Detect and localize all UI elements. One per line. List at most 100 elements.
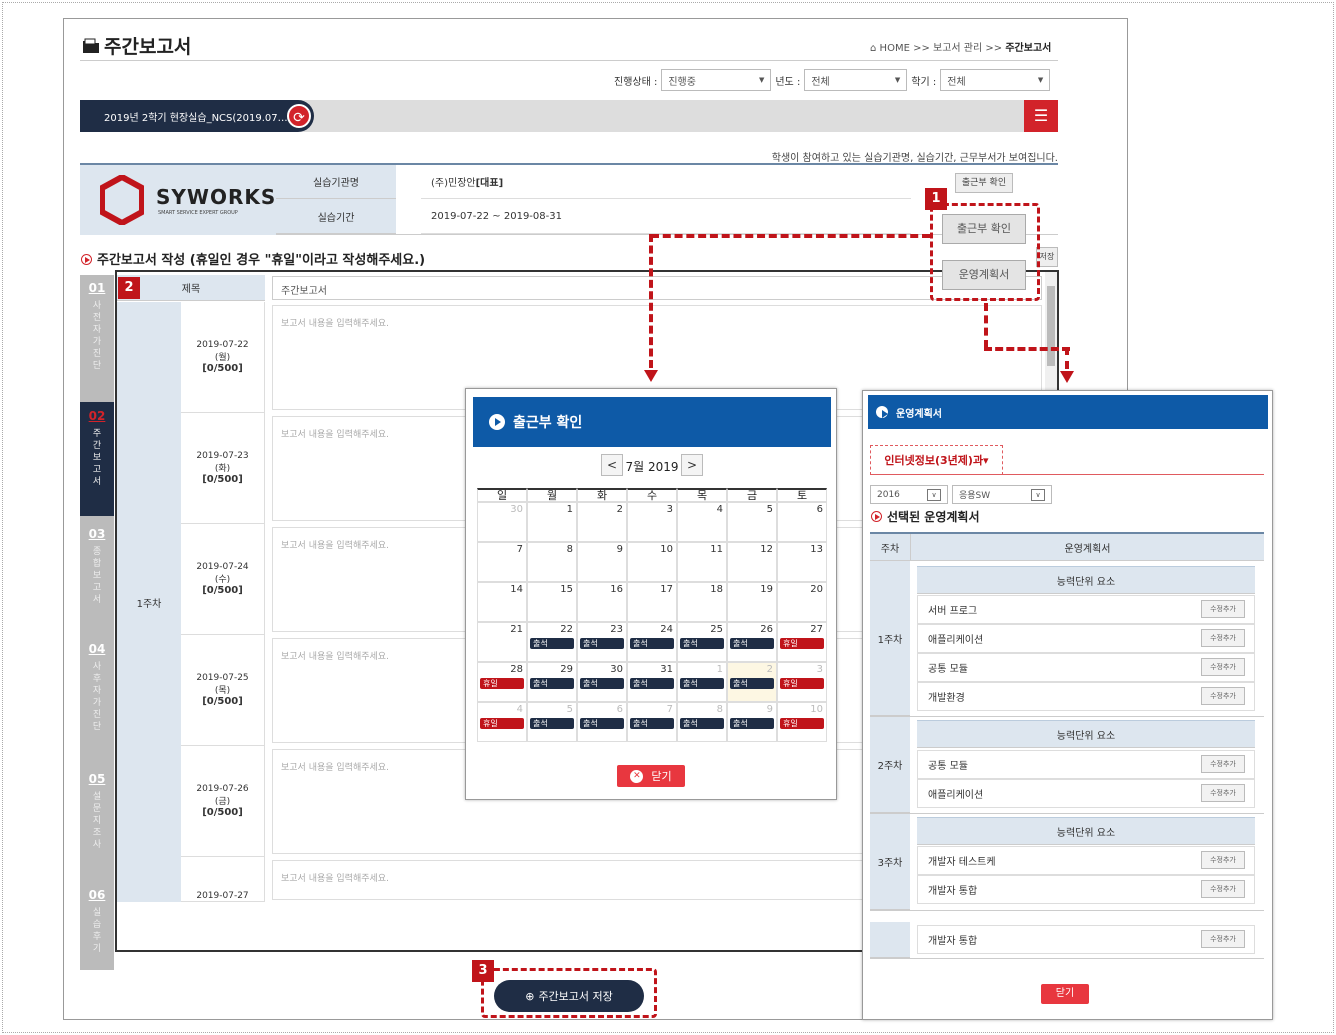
edit-button[interactable]: 수정추가	[1201, 851, 1245, 869]
save-report-button[interactable]: ⊕ 주간보고서 저장	[494, 980, 644, 1012]
period-label: 실습기간	[276, 199, 396, 234]
calendar-day[interactable]: 9 출석	[727, 702, 777, 742]
calendar-day[interactable]: 19	[727, 582, 777, 622]
edit-button[interactable]: 수정추가	[1201, 658, 1245, 676]
edit-button[interactable]: 수정추가	[1201, 600, 1245, 618]
edit-button[interactable]: 수정추가	[1201, 755, 1245, 773]
refresh-icon[interactable]: ⟳	[287, 104, 311, 128]
calendar-day[interactable]: 23 출석	[577, 622, 627, 662]
calendar-day[interactable]: 12	[727, 542, 777, 582]
next-month-button[interactable]: >	[681, 454, 703, 476]
plan-year-select[interactable]: 2016 ∨	[870, 485, 948, 504]
calendar-day[interactable]: 31 출석	[627, 662, 677, 702]
attendance-tag: 출석	[730, 638, 774, 649]
chevron-down-icon: ∨	[1031, 488, 1045, 501]
calendar-day[interactable]: 26 출석	[727, 622, 777, 662]
calendar-day[interactable]: 5	[727, 502, 777, 542]
calendar-day[interactable]: 6 출석	[577, 702, 627, 742]
calendar-month: 7월 2019	[625, 460, 679, 474]
company-logo: SYWORKS SMART SERVICE EXPERT GROUP	[80, 165, 276, 235]
attendance-popup-header: 출근부 확인	[473, 397, 831, 447]
calendar-day[interactable]: 27 휴일	[777, 622, 827, 662]
term-select[interactable]: 전체 ▼	[940, 69, 1051, 91]
course-selector[interactable]: 2019년 2학기 현장실습_NCS(2019.07…	[80, 100, 314, 132]
nav-item-review[interactable]: 06 실습후기	[80, 889, 114, 969]
calendar-day[interactable]: 13	[777, 542, 827, 582]
calendar-day[interactable]: 6	[777, 502, 827, 542]
info-notice: 학생이 참여하고 있는 실습기관명, 실습기간, 근무부서가 보여집니다.	[771, 153, 1058, 164]
calendar-day[interactable]: 1	[527, 502, 577, 542]
nav-item-post-assessment[interactable]: 04 사후자가진단	[80, 643, 114, 763]
breadcrumb-home[interactable]: HOME	[880, 43, 910, 54]
calendar-day[interactable]: 16	[577, 582, 627, 622]
calendar-day[interactable]: 11	[677, 542, 727, 582]
calendar-day[interactable]: 4	[677, 502, 727, 542]
calendar-day[interactable]: 20	[777, 582, 827, 622]
calendar-day[interactable]: 7 출석	[627, 702, 677, 742]
edit-button[interactable]: 수정추가	[1201, 687, 1245, 705]
year-label: 년도 :	[775, 76, 801, 88]
calendar-day[interactable]: 2 출석	[727, 662, 777, 702]
calendar-day[interactable]: 24 출석	[627, 622, 677, 662]
calendar-day[interactable]: 15	[527, 582, 577, 622]
calendar-day[interactable]: 2	[577, 502, 627, 542]
plan-subject-select[interactable]: 응용SW ∨	[952, 485, 1052, 504]
nav-item-survey[interactable]: 05 설문지조사	[80, 773, 114, 883]
title-divider	[80, 60, 1058, 61]
calendar-day[interactable]: 7	[477, 542, 527, 582]
calendar-day[interactable]: 21	[477, 622, 527, 662]
page-title: 주간보고서	[82, 32, 191, 59]
calendar-day[interactable]: 29 출석	[527, 662, 577, 702]
breadcrumb-current: 주간보고서	[1005, 43, 1052, 54]
calendar-day[interactable]: 8	[527, 542, 577, 582]
chevron-down-icon: ▼	[758, 76, 765, 84]
dept-tab[interactable]: 인터넷정보(3년제)과▾	[870, 445, 1003, 475]
calendar-day[interactable]: 28 휴일	[477, 662, 527, 702]
breadcrumb-mid[interactable]: 보고서 관리	[933, 43, 982, 54]
holiday-tag: 휴일	[480, 678, 524, 689]
calendar-day[interactable]: 18	[677, 582, 727, 622]
calendar-day[interactable]: 22 출석	[527, 622, 577, 662]
edit-button[interactable]: 수정추가	[1201, 930, 1245, 948]
nav-item-weekly-report[interactable]: 02 주간보고서	[80, 402, 114, 516]
prev-month-button[interactable]: <	[601, 454, 623, 476]
calendar-day[interactable]: 9	[577, 542, 627, 582]
attendance-tag: 출석	[530, 718, 574, 729]
attendance-close-button[interactable]: ✕ 닫기	[617, 765, 685, 787]
year-select[interactable]: 전체 ▼	[804, 69, 908, 91]
home-icon: ⌂	[870, 43, 877, 54]
nav-item-summary-report[interactable]: 03 종합보고서	[80, 528, 114, 638]
calendar-day[interactable]: 10	[627, 542, 677, 582]
callout-line	[984, 303, 988, 348]
calendar-day[interactable]: 25 출석	[677, 622, 727, 662]
arrow-down-icon	[1060, 371, 1074, 383]
menu-icon[interactable]: ☰	[1024, 100, 1058, 132]
edit-button[interactable]: 수정추가	[1201, 784, 1245, 802]
calendar-day[interactable]: 14	[477, 582, 527, 622]
calendar-day[interactable]: 30 출석	[577, 662, 627, 702]
attendance-small-button[interactable]: 출근부 확인	[955, 173, 1013, 193]
calendar-day[interactable]: 5 출석	[527, 702, 577, 742]
calendar-day[interactable]: 4 휴일	[477, 702, 527, 742]
edit-button[interactable]: 수정추가	[1201, 880, 1245, 898]
nav-item-pre-assessment[interactable]: 01 사전자가진단	[80, 282, 114, 392]
calendar-day[interactable]: 3 휴일	[777, 662, 827, 702]
calendar-day[interactable]: 10 휴일	[777, 702, 827, 742]
callout-line	[651, 234, 930, 238]
attendance-tag: 출석	[530, 678, 574, 689]
calendar-day[interactable]: 1 출석	[677, 662, 727, 702]
plan-close-button[interactable]: 닫기	[1041, 984, 1089, 1004]
calendar-day[interactable]: 3	[627, 502, 677, 542]
calendar-day[interactable]: 30	[477, 502, 527, 542]
attendance-calendar: 일 월 화 수 목 금 토 30 1 2 3 4 5 6 7 8 9 10 11 12 13 14 15 16 17 18 19 20…	[477, 488, 827, 742]
subject-input[interactable]: 주간보고서	[272, 276, 1042, 300]
col-plan: 운영계획서	[910, 534, 1264, 561]
calendar-day[interactable]: 17	[627, 582, 677, 622]
callout-badge-2: 2	[118, 277, 140, 299]
status-select[interactable]: 진행중 ▼	[661, 69, 772, 91]
attendance-check-button[interactable]: 출근부 확인	[942, 214, 1026, 244]
week-label: 1주차	[117, 302, 181, 902]
calendar-day[interactable]: 8 출석	[677, 702, 727, 742]
operation-plan-button[interactable]: 운영계획서	[942, 260, 1026, 290]
edit-button[interactable]: 수정추가	[1201, 629, 1245, 647]
